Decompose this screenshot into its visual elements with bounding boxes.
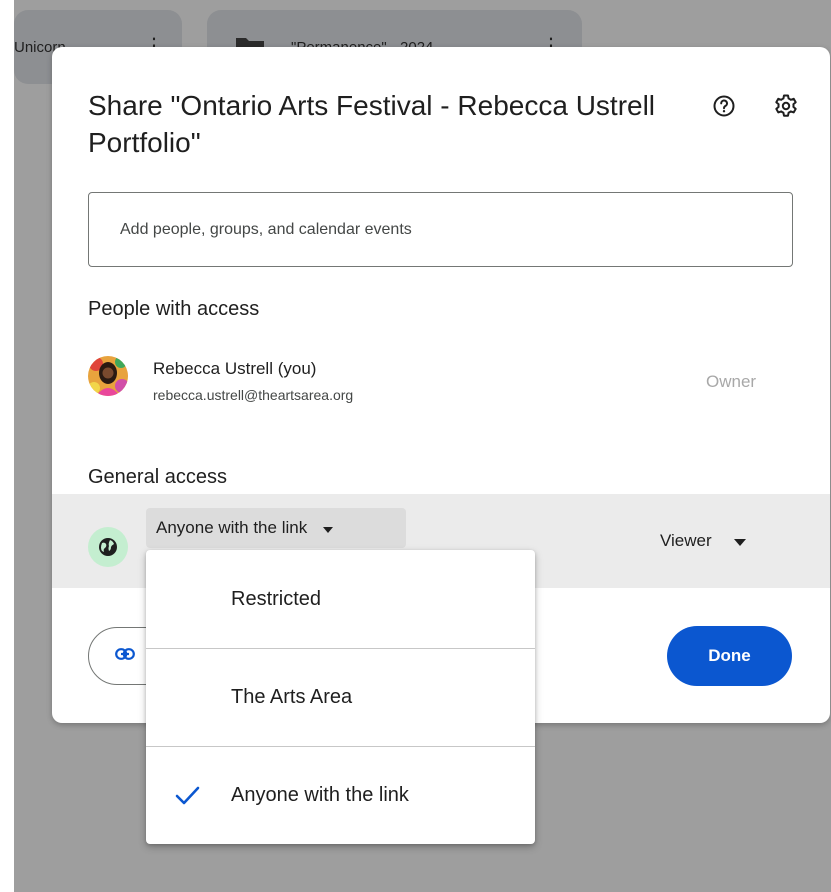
done-button[interactable]: Done <box>667 626 792 686</box>
menu-item-the-arts-area[interactable]: The Arts Area <box>146 648 535 746</box>
role-dropdown[interactable]: Viewer <box>660 531 746 551</box>
people-with-access-heading: People with access <box>88 298 260 320</box>
help-icon[interactable] <box>711 93 737 119</box>
general-access-menu: Restricted The Arts Area Anyone with the… <box>146 550 535 844</box>
chevron-down-icon <box>733 531 746 551</box>
menu-item-anyone-with-the-link[interactable]: Anyone with the link <box>146 746 535 844</box>
check-icon <box>173 784 201 808</box>
menu-item-restricted[interactable]: Restricted <box>146 550 535 648</box>
role-dropdown-label: Viewer <box>660 531 712 550</box>
gear-icon[interactable] <box>773 93 799 119</box>
dialog-title: Share "Ontario Arts Festival - Rebecca U… <box>88 90 656 158</box>
owner-role-label: Owner <box>706 372 757 391</box>
general-access-dropdown[interactable]: Anyone with the link <box>146 508 406 548</box>
globe-icon <box>88 527 128 567</box>
menu-item-label: The Arts Area <box>231 686 353 708</box>
menu-item-label: Restricted <box>231 587 322 610</box>
menu-item-label: Anyone with the link <box>231 784 409 806</box>
link-icon <box>115 647 135 665</box>
general-access-selected-label: Anyone with the link <box>156 518 308 537</box>
avatar <box>88 356 128 396</box>
person-email: rebecca.ustrell@theartsarea.org <box>153 387 354 403</box>
general-access-heading: General access <box>88 466 227 488</box>
chevron-down-icon <box>323 518 334 538</box>
page-left-edge <box>0 0 14 892</box>
add-people-input[interactable] <box>88 192 793 267</box>
person-name: Rebecca Ustrell (you) <box>153 359 317 378</box>
